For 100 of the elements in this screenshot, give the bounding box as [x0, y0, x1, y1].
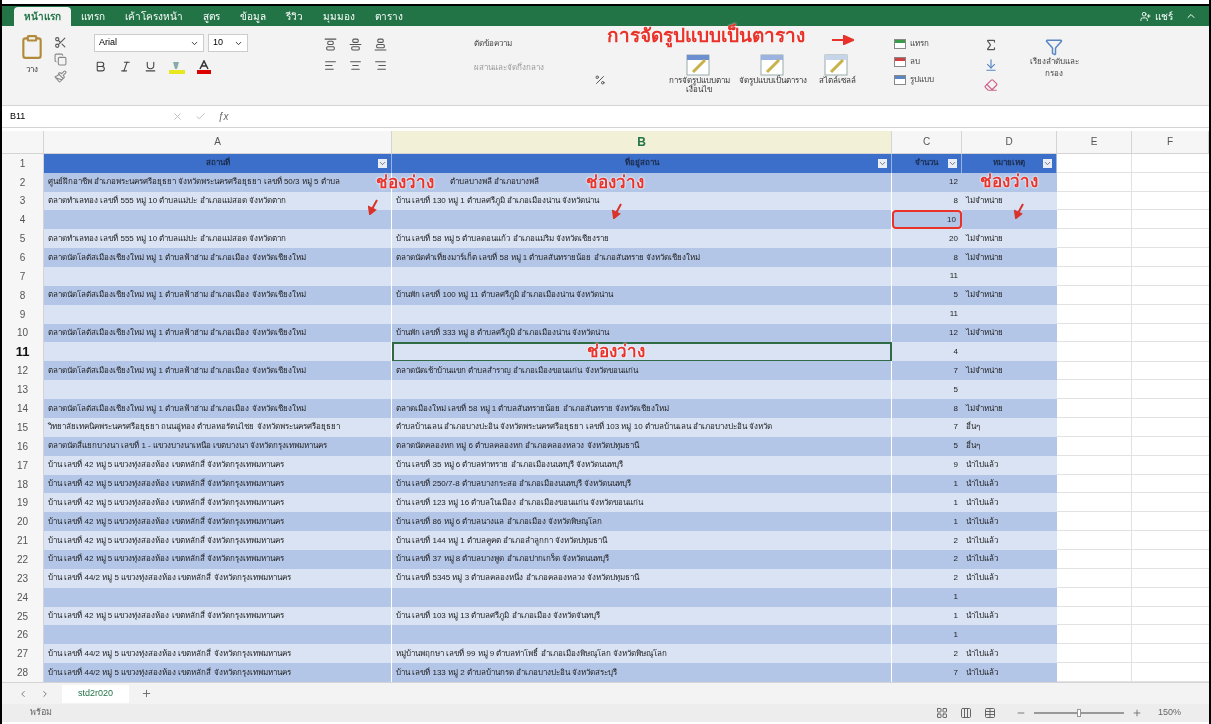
annotation-label: การจัดรูปแบบเป็นตาราง: [607, 24, 805, 48]
delete-cells-icon[interactable]: [894, 57, 906, 67]
cell-styles-button[interactable]: สไตล์เซลล์: [812, 54, 862, 94]
row-header[interactable]: 22: [2, 550, 44, 569]
underline-icon[interactable]: [144, 60, 157, 73]
ribbon-tab[interactable]: สูตร: [193, 7, 230, 26]
column-header[interactable]: F: [1132, 131, 1209, 153]
page-layout-icon[interactable]: [959, 707, 972, 719]
share-button[interactable]: แชร์: [1136, 7, 1177, 26]
name-box[interactable]: B11: [10, 109, 160, 124]
row-header[interactable]: 6: [2, 248, 44, 267]
table-cell: ตลาดนัดโลตัสเมืองเชียงใหม่ หมู่ 1 ตำบลฟ้าฮ่าม อำเภอเมือง จังหวัดเชียงใหม่: [44, 361, 392, 381]
format-button[interactable]: รูปแบบ: [894, 74, 984, 86]
table-cell: ตลาดทำเลทอง เลขที่ 555 หมู่ 10 ตำบลแม่ปะ อำเภอแม่สอด จังหวัดตาก: [44, 229, 392, 249]
align-top-icon[interactable]: [324, 38, 337, 51]
ribbon-tab[interactable]: แทรก: [71, 7, 115, 26]
insert-cells-icon[interactable]: [894, 39, 906, 49]
filter-icon: [1045, 38, 1063, 56]
row-header[interactable]: 13: [2, 380, 44, 400]
table-cell: ไม่จำหน่าย: [962, 229, 1057, 249]
align-bottom-icon[interactable]: [374, 38, 387, 51]
zoom-thumb[interactable]: [1076, 709, 1081, 717]
row-header[interactable]: 26: [2, 625, 44, 645]
row-header[interactable]: 4: [2, 210, 44, 230]
add-sheet-icon[interactable]: [141, 688, 153, 699]
row-header[interactable]: 12: [2, 361, 44, 381]
table-cell: บ้าน เลขที่ 58 หมู่ 5 ตำบลดอนแก้ว อำเภอแม่ริม จังหวัดเชียงราย: [392, 229, 892, 249]
cell-styles-icon[interactable]: [824, 54, 850, 76]
row-header[interactable]: 15: [2, 418, 44, 437]
row-header[interactable]: 11: [2, 342, 44, 362]
table-cell: 10: [892, 210, 962, 230]
align-right-icon[interactable]: [374, 59, 387, 72]
previous-sheet-icon[interactable]: [18, 688, 28, 699]
table-cell: นำไปแล้ว: [962, 550, 1057, 569]
percent-icon[interactable]: [594, 74, 606, 86]
row-header[interactable]: 14: [2, 399, 44, 418]
annotation-label: ช่องว่าง: [376, 174, 434, 192]
table-cell: วิทยาลัยเทคนิคพระนครศรีอยุธยา ถนนอู่ทอง ตำบลหอรัตนไชย จังหวัดพระนครศรีอยุธยา: [44, 418, 392, 437]
table-cell: บ้าน เลขที่ 44/2 หมู่ 5 แขวงทุ่งสองห้อง เขตหลักสี่ จังหวัดกรุงเทพมหานคร: [44, 663, 392, 682]
arrow-icon: [368, 199, 378, 215]
annotation-label: ช่องว่าง: [586, 174, 644, 192]
row-header[interactable]: 27: [2, 644, 44, 664]
fill-color-icon[interactable]: [169, 60, 185, 74]
page-break-icon[interactable]: [983, 707, 996, 719]
table-cell: บ้าน เลขที่ 42 หมู่ 5 แขวงทุ่งสองห้อง เขตหลักสี่ จังหวัดกรุงเทพมหานคร: [44, 531, 392, 550]
paste-button[interactable]: วาง: [10, 34, 54, 76]
table-cell: 2: [892, 531, 962, 550]
sheet-tab[interactable]: std2r020: [62, 684, 130, 703]
table-format-icon[interactable]: [760, 54, 786, 76]
ribbon-tab[interactable]: มุมมอง: [313, 7, 365, 26]
format-cells-icon[interactable]: [894, 75, 906, 85]
conditional-format-icon[interactable]: [686, 54, 712, 76]
insert-function-button[interactable]: ƒx: [218, 109, 229, 124]
autosum-icon[interactable]: [984, 38, 998, 52]
ribbon-tab[interactable]: เค้าโครงหน้า: [115, 7, 193, 26]
format-painter-icon[interactable]: [54, 70, 67, 83]
row-header[interactable]: 21: [2, 531, 44, 550]
bold-icon[interactable]: [94, 60, 107, 73]
filter-dropdown-icon[interactable]: [1043, 158, 1052, 168]
column-header[interactable]: B: [392, 131, 892, 153]
filter-dropdown-icon[interactable]: [378, 158, 387, 168]
row-header[interactable]: 28: [2, 663, 44, 682]
font-size-field[interactable]: 10: [208, 34, 248, 52]
table-cell: หมู่บ้านพฤกษา เลขที่ 99 หมู่ 9 ตำบลท่าโพธิ์ อำเภอเมืองพิษณุโลก จังหวัดพิษณุโลก: [392, 644, 892, 664]
ribbon-tab[interactable]: รีวิว: [276, 7, 313, 26]
italic-icon[interactable]: [119, 60, 132, 73]
row-header[interactable]: 19: [2, 493, 44, 513]
eraser-icon[interactable]: [984, 78, 998, 92]
table-cell: 2: [892, 550, 962, 569]
copy-icon[interactable]: [54, 53, 67, 66]
align-middle-icon[interactable]: [349, 38, 362, 51]
ribbon-tab[interactable]: ตาราง: [365, 7, 413, 26]
zoom-in-icon[interactable]: [1131, 708, 1142, 718]
cut-icon[interactable]: [54, 36, 67, 49]
sort-filter-button[interactable]: เรียงลำดับและกรอง: [1024, 34, 1084, 80]
table-cell: บ้าน เลขที่ 42 หมู่ 5 แขวงทุ่งสองห้อง เขตหลักสี่ จังหวัดกรุงเทพมหานคร: [44, 550, 392, 569]
status-text: พร้อม: [30, 706, 52, 720]
ribbon-tab[interactable]: ข้อมูล: [230, 7, 276, 26]
align-center-icon[interactable]: [349, 59, 362, 72]
table-cell: บ้าน เลขที่ 44/2 หมู่ 5 แขวงทุ่งสองห้อง เขตหลักสี่ จังหวัดกรุงเทพมหานคร: [44, 644, 392, 664]
column-header[interactable]: D: [962, 131, 1057, 153]
filter-dropdown-icon[interactable]: [948, 158, 957, 168]
normal-view-icon[interactable]: [935, 707, 948, 719]
font-color-icon[interactable]: [197, 60, 211, 74]
align-left-icon[interactable]: [324, 59, 337, 72]
ribbon-tab[interactable]: หน้าแรก: [14, 7, 71, 26]
row-header[interactable]: 5: [2, 229, 44, 249]
conditional-format-button[interactable]: การจัดรูปแบบตามเงื่อนไข: [664, 54, 734, 94]
delete-button[interactable]: ลบ: [894, 56, 984, 68]
format-as-table-button[interactable]: จัดรูปแบบเป็นตาราง: [738, 54, 808, 94]
next-sheet-icon[interactable]: [40, 688, 50, 699]
font-name-field[interactable]: Arial: [94, 34, 204, 52]
insert-button[interactable]: แทรก: [894, 38, 984, 50]
row-header[interactable]: 20: [2, 512, 44, 532]
fill-icon[interactable]: [984, 58, 998, 72]
table-cell: นำไปแล้ว: [962, 512, 1057, 532]
wrap-text-button[interactable]: ตัดข้อความ: [474, 38, 594, 50]
column-header[interactable]: E: [1057, 131, 1132, 153]
filter-dropdown-icon[interactable]: [878, 158, 887, 168]
column-header[interactable]: C: [892, 131, 962, 153]
